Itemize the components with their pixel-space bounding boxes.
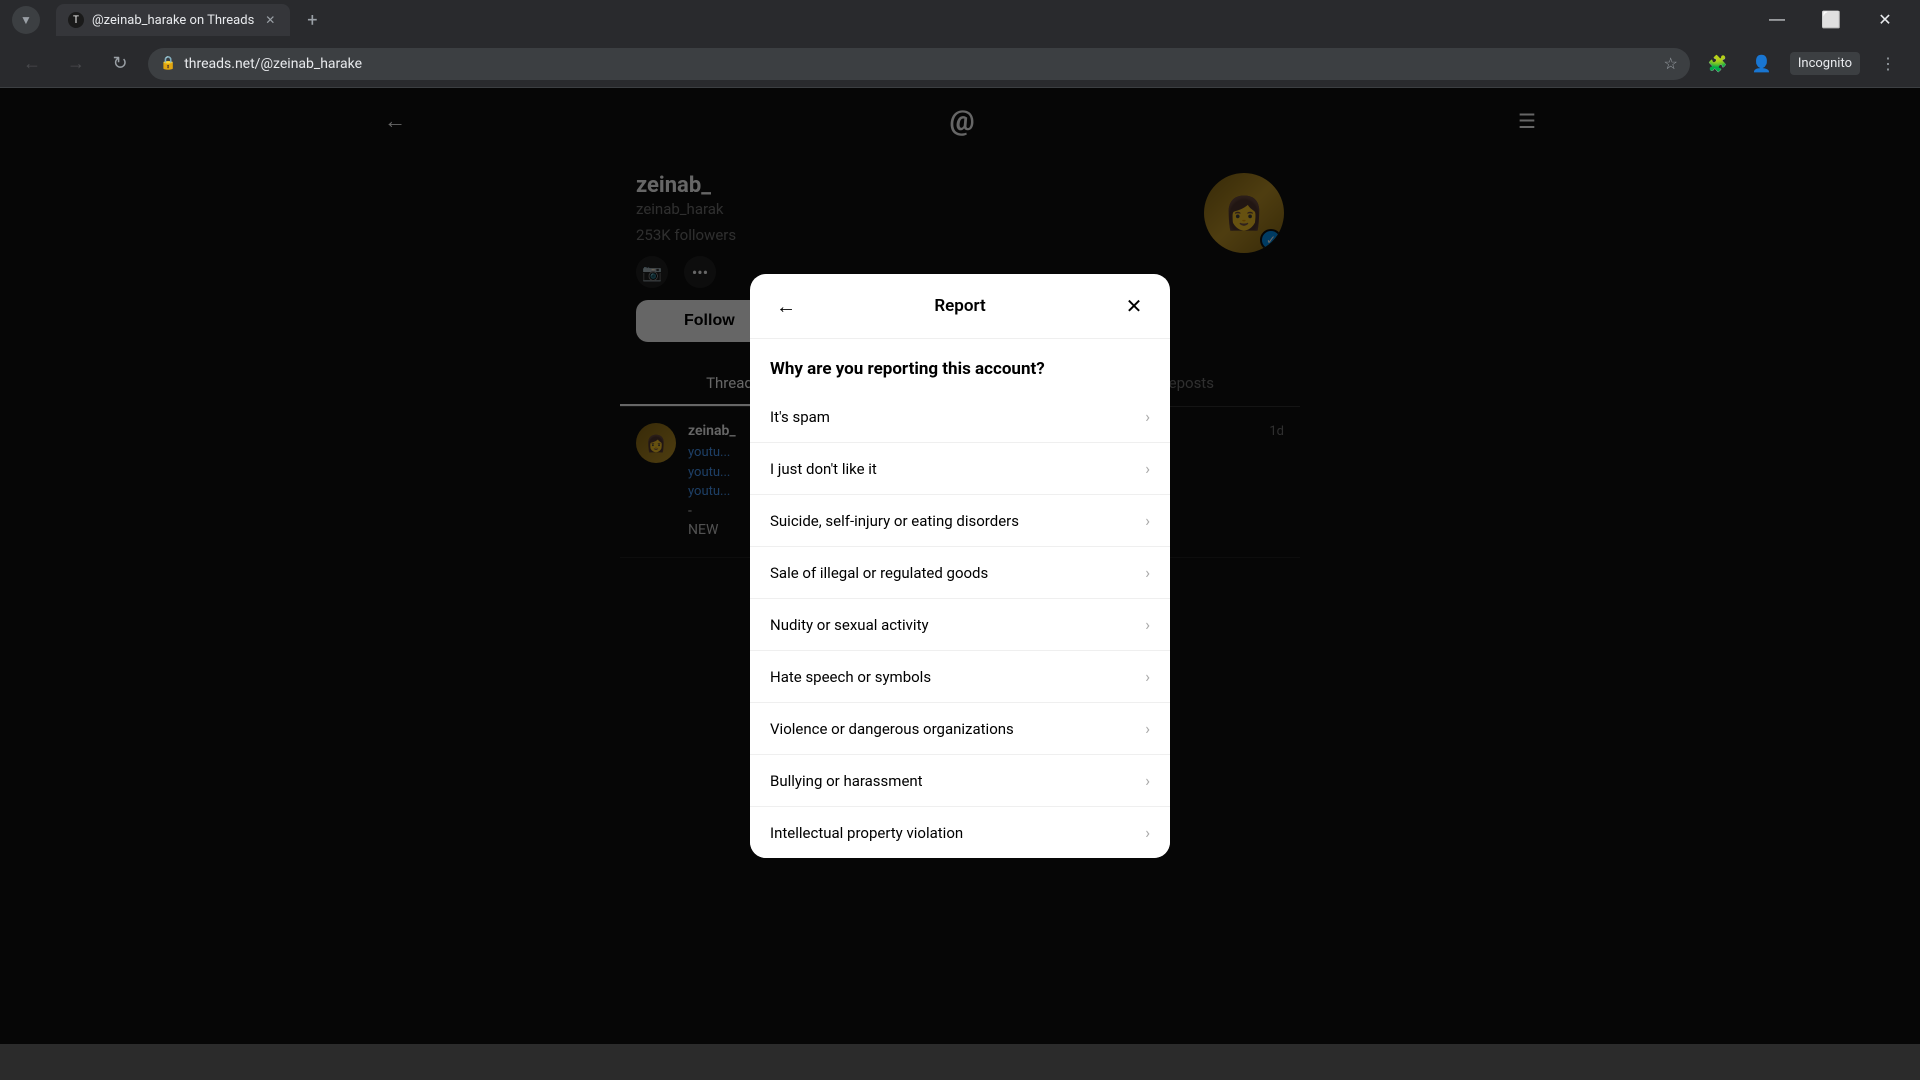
report-option-dont-like[interactable]: I just don't like it ›	[750, 443, 1170, 495]
report-option-illegal-goods[interactable]: Sale of illegal or regulated goods ›	[750, 547, 1170, 599]
report-modal: ← Report ✕ Why are you reporting this ac…	[750, 274, 1170, 858]
modal-body: Why are you reporting this account? It's…	[750, 339, 1170, 858]
lock-icon: 🔒	[160, 56, 176, 71]
tab-switcher-button[interactable]: ▼	[12, 6, 40, 34]
tab-close-button[interactable]: ✕	[262, 12, 278, 28]
tab-switcher-area: ▼	[12, 6, 40, 34]
modal-header: ← Report ✕	[750, 274, 1170, 339]
chevron-right-icon: ›	[1145, 563, 1150, 582]
close-window-button[interactable]: ✕	[1862, 6, 1908, 34]
window-controls: — ⬜ ✕	[1754, 6, 1908, 34]
tab-title: @zeinab_harake on Threads	[92, 13, 254, 28]
report-option-label-suicide: Suicide, self-injury or eating disorders	[770, 512, 1019, 530]
browser-chrome: ▼ T @zeinab_harake on Threads ✕ + — ⬜ ✕ …	[0, 0, 1920, 88]
report-option-label-illegal-goods: Sale of illegal or regulated goods	[770, 564, 988, 582]
chevron-right-icon: ›	[1145, 719, 1150, 738]
bookmark-star-icon[interactable]: ☆	[1664, 54, 1678, 73]
report-option-label-spam: It's spam	[770, 408, 830, 426]
chevron-right-icon: ›	[1145, 771, 1150, 790]
reload-button[interactable]: ↻	[104, 48, 136, 80]
modal-close-button[interactable]: ✕	[1118, 290, 1150, 322]
report-option-bullying[interactable]: Bullying or harassment ›	[750, 755, 1170, 807]
chevron-right-icon: ›	[1145, 615, 1150, 634]
report-option-ip-violation[interactable]: Intellectual property violation ›	[750, 807, 1170, 858]
report-option-label-bullying: Bullying or harassment	[770, 772, 923, 790]
extensions-icon[interactable]: 🧩	[1702, 48, 1734, 80]
browser-titlebar: ▼ T @zeinab_harake on Threads ✕ + — ⬜ ✕	[0, 0, 1920, 40]
report-option-violence[interactable]: Violence or dangerous organizations ›	[750, 703, 1170, 755]
more-options-button[interactable]: ⋮	[1872, 48, 1904, 80]
minimize-button[interactable]: —	[1754, 6, 1800, 34]
back-button[interactable]: ←	[16, 48, 48, 80]
report-option-label-dont-like: I just don't like it	[770, 460, 877, 478]
chevron-right-icon: ›	[1145, 459, 1150, 478]
active-tab[interactable]: T @zeinab_harake on Threads ✕	[56, 4, 290, 36]
new-tab-button[interactable]: +	[298, 6, 326, 34]
url-text: threads.net/@zeinab_harake	[184, 56, 1655, 72]
url-bar[interactable]: 🔒 threads.net/@zeinab_harake ☆	[148, 48, 1690, 80]
report-option-label-ip-violation: Intellectual property violation	[770, 824, 963, 842]
report-option-nudity[interactable]: Nudity or sexual activity ›	[750, 599, 1170, 651]
report-option-suicide[interactable]: Suicide, self-injury or eating disorders…	[750, 495, 1170, 547]
report-option-spam[interactable]: It's spam ›	[750, 391, 1170, 443]
chevron-right-icon: ›	[1145, 511, 1150, 530]
modal-back-button[interactable]: ←	[770, 290, 802, 322]
modal-title: Report	[934, 296, 985, 316]
chevron-right-icon: ›	[1145, 407, 1150, 426]
report-options-list: It's spam›I just don't like it›Suicide, …	[750, 391, 1170, 858]
modal-question: Why are you reporting this account?	[750, 339, 1170, 391]
address-bar: ← → ↻ 🔒 threads.net/@zeinab_harake ☆ 🧩 👤…	[0, 40, 1920, 88]
page-content: ← @ ☰ zeinab_ zeinab_harak 253K follower…	[0, 88, 1920, 1044]
report-option-label-violence: Violence or dangerous organizations	[770, 720, 1014, 738]
maximize-button[interactable]: ⬜	[1808, 6, 1854, 34]
report-option-label-hate-speech: Hate speech or symbols	[770, 668, 931, 686]
tab-favicon: T	[68, 12, 84, 28]
browser-profile-icon[interactable]: 👤	[1746, 48, 1778, 80]
report-option-label-nudity: Nudity or sexual activity	[770, 616, 929, 634]
forward-button[interactable]: →	[60, 48, 92, 80]
incognito-badge: Incognito	[1790, 52, 1860, 75]
chevron-right-icon: ›	[1145, 823, 1150, 842]
report-option-hate-speech[interactable]: Hate speech or symbols ›	[750, 651, 1170, 703]
chevron-right-icon: ›	[1145, 667, 1150, 686]
